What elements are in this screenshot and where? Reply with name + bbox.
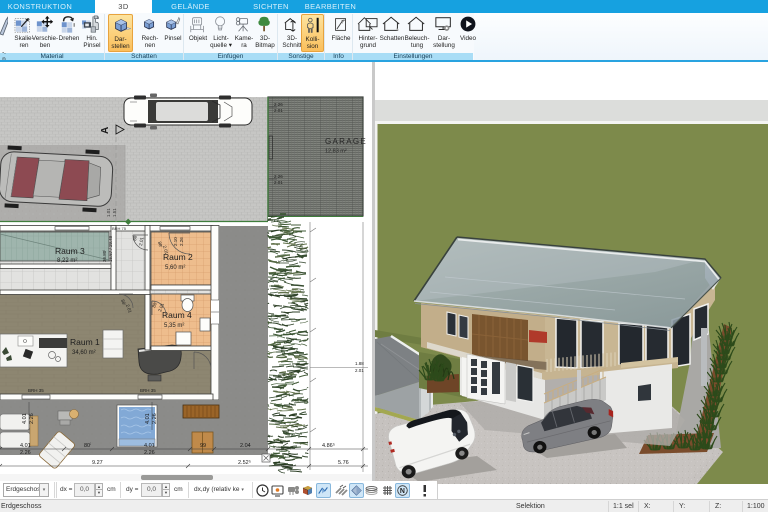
svg-text:?: ?: [341, 20, 344, 26]
svg-text:15.67 / 29.49: 15.67 / 29.49: [108, 235, 113, 262]
svg-text:BRH 75: BRH 75: [112, 226, 127, 231]
svg-text:4.01: 4.01: [144, 443, 155, 449]
svg-text:Raum 3: Raum 3: [55, 246, 85, 256]
svg-text:BRH 35: BRH 35: [140, 388, 156, 393]
svg-text:2.10: 2.10: [173, 237, 178, 246]
svg-text:80ⁱ: 80ⁱ: [84, 441, 91, 449]
svg-text:2.26: 2.26: [274, 174, 283, 179]
svg-text:5,35 m²: 5,35 m²: [164, 323, 184, 329]
svg-text:8,22 m²: 8,22 m²: [57, 258, 77, 264]
svg-text:2.01: 2.01: [274, 108, 283, 113]
svg-text:2.52⁵: 2.52⁵: [238, 459, 251, 466]
svg-text:2.26: 2.26: [274, 102, 283, 107]
svg-text:4.01: 4.01: [145, 413, 151, 424]
svg-text:99: 99: [200, 443, 206, 449]
svg-text:2.26: 2.26: [29, 413, 35, 424]
svg-text:2.01: 2.01: [274, 180, 283, 185]
svg-text:2.04: 2.04: [240, 443, 251, 449]
svg-text:34,60 m²: 34,60 m²: [72, 350, 96, 356]
svg-text:12,83 m²: 12,83 m²: [325, 149, 347, 155]
svg-text:4.01: 4.01: [22, 413, 28, 424]
svg-text:1.01: 1.01: [106, 208, 111, 217]
svg-text:4.01: 4.01: [20, 443, 31, 449]
svg-text:2.01: 2.01: [355, 368, 364, 373]
svg-text:2.26: 2.26: [152, 413, 158, 424]
svg-text:9.27: 9.27: [92, 460, 103, 466]
svg-text:BRH 35: BRH 35: [28, 388, 44, 393]
svg-text:N: N: [400, 488, 405, 495]
svg-text:5,60 m²: 5,60 m²: [165, 265, 185, 271]
svg-text:GARAGE: GARAGE: [325, 137, 367, 146]
svg-text:2.26: 2.26: [20, 450, 31, 456]
svg-text:1.88: 1.88: [355, 361, 364, 366]
svg-text:1.51: 1.51: [112, 208, 117, 217]
svg-text:4.86⁵: 4.86⁵: [322, 442, 335, 449]
svg-text:2.26: 2.26: [179, 237, 184, 246]
svg-text:5.76: 5.76: [338, 460, 349, 466]
svg-text:2.26: 2.26: [144, 450, 155, 456]
svg-text:36.80ⁱ: 36.80ⁱ: [101, 250, 107, 262]
svg-text:Raum 1: Raum 1: [70, 337, 100, 347]
svg-text:A: A: [100, 127, 111, 134]
